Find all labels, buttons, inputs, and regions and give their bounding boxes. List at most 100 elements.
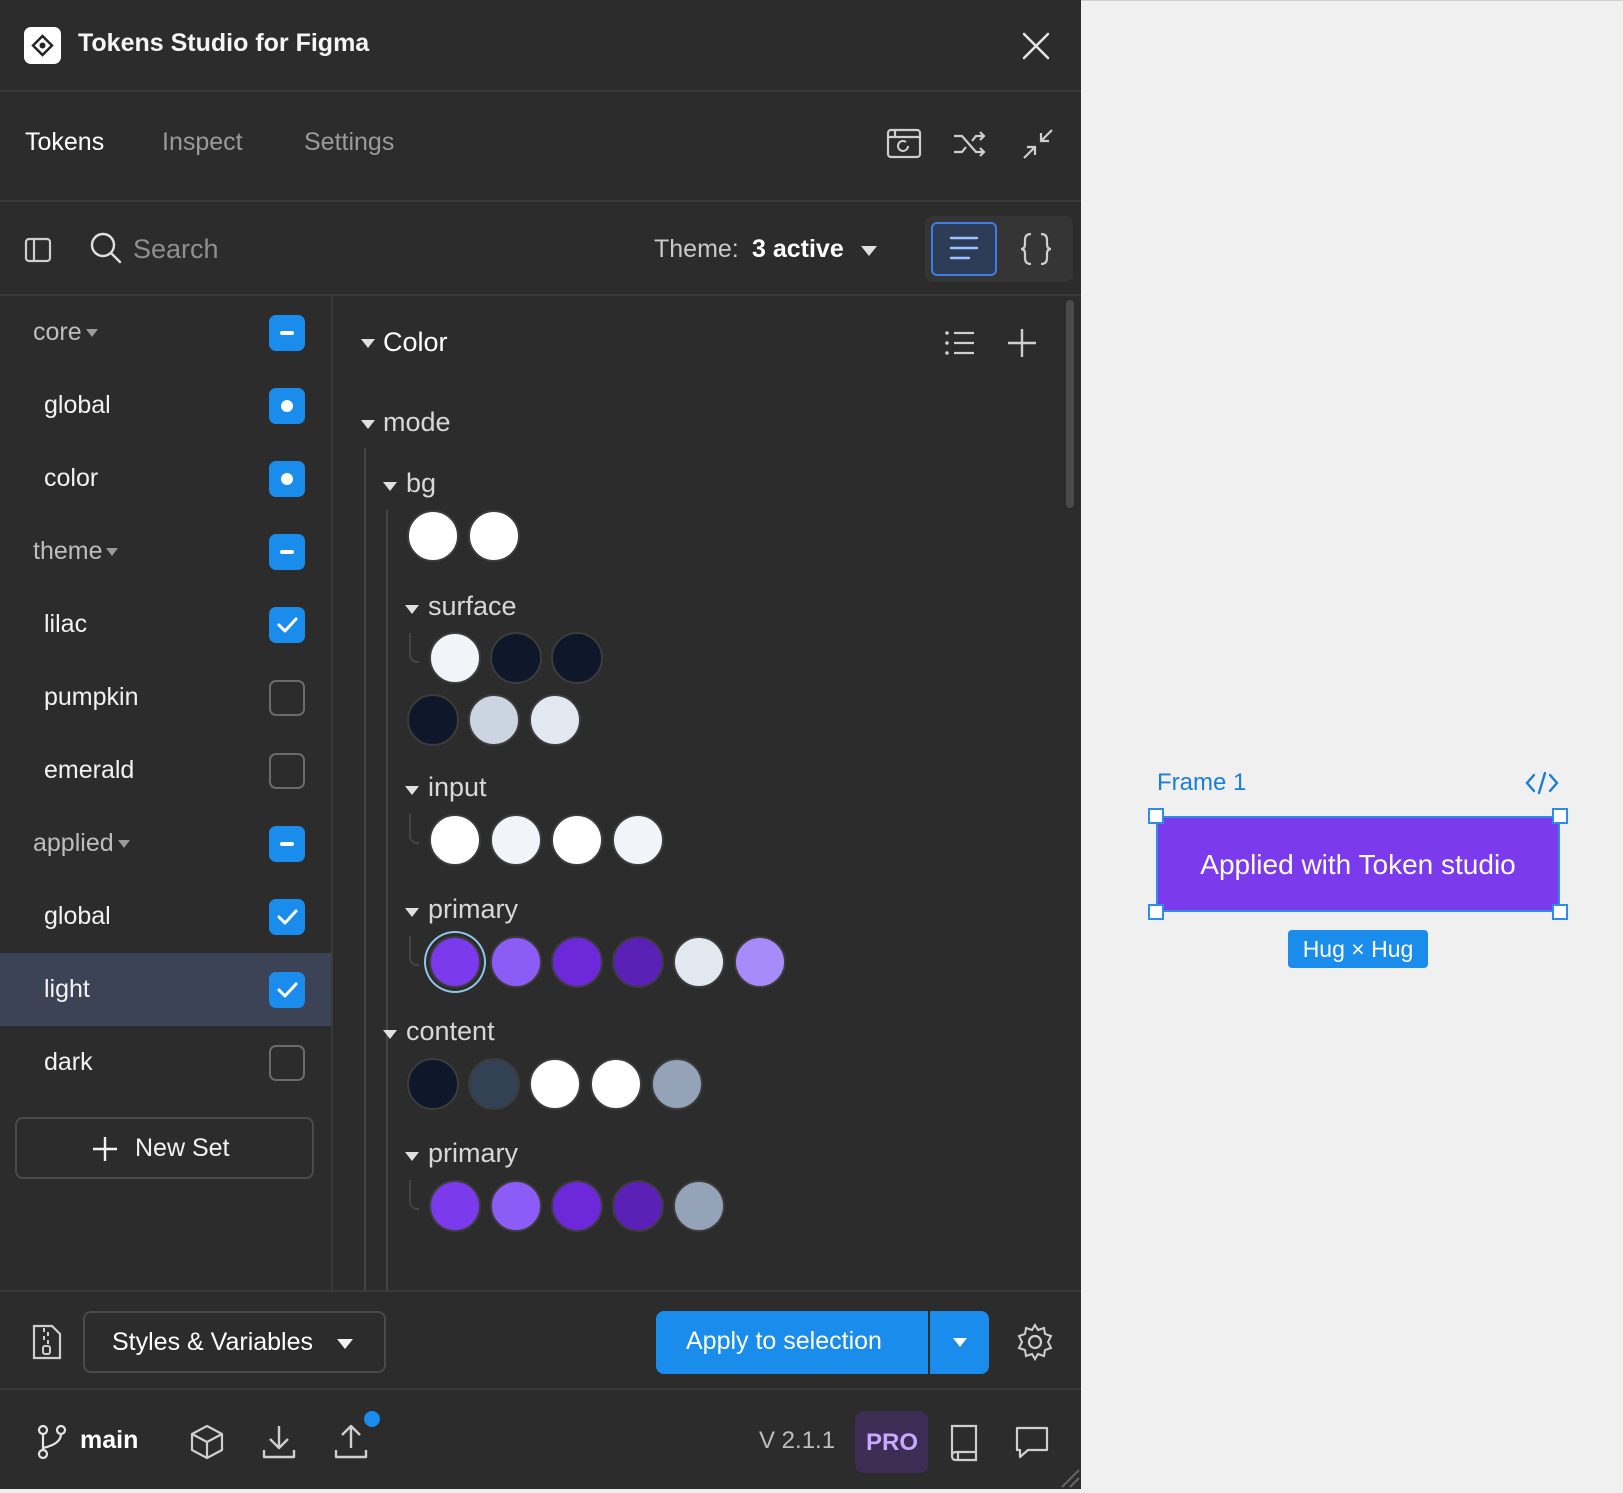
feedback-chat-icon[interactable] [1012, 1422, 1052, 1462]
set-item-color[interactable]: color [0, 442, 331, 515]
cube-icon[interactable] [187, 1422, 227, 1462]
group-primary[interactable]: primary [428, 894, 518, 925]
category-title[interactable]: Color [383, 327, 448, 358]
set-checkbox[interactable] [269, 461, 305, 497]
color-token-swatch[interactable] [673, 1180, 725, 1232]
collapse-caret-icon[interactable] [405, 1152, 419, 1161]
color-token-swatch[interactable] [429, 1180, 481, 1232]
color-token-swatch[interactable] [429, 632, 481, 684]
color-token-swatch[interactable] [407, 1058, 459, 1110]
color-token-swatch[interactable] [651, 1058, 703, 1110]
collapse-caret-icon[interactable] [383, 482, 397, 491]
set-checkbox[interactable] [269, 607, 305, 643]
set-item-global[interactable]: global [0, 369, 331, 442]
color-token-swatch[interactable] [551, 1180, 603, 1232]
set-item-lilac[interactable]: lilac [0, 588, 331, 661]
theme-manager-icon[interactable] [884, 124, 924, 164]
list-view-icon[interactable] [931, 222, 997, 276]
json-view-icon[interactable] [1005, 222, 1067, 276]
color-token-swatch[interactable] [490, 936, 542, 988]
set-checkbox[interactable] [269, 826, 305, 862]
color-token-swatch[interactable] [429, 936, 481, 988]
frame-label[interactable]: Frame 1 [1157, 769, 1246, 797]
set-checkbox[interactable] [269, 899, 305, 935]
group-content[interactable]: content [406, 1016, 495, 1047]
group-surface[interactable]: surface [428, 591, 517, 622]
set-checkbox[interactable] [269, 534, 305, 570]
download-icon[interactable] [259, 1422, 299, 1462]
color-token-swatch[interactable] [490, 632, 542, 684]
set-item-emerald[interactable]: emerald [0, 734, 331, 807]
resize-handle-top-right[interactable] [1552, 808, 1568, 824]
group-content-primary[interactable]: primary [428, 1138, 518, 1169]
resize-handle-top-left[interactable] [1148, 808, 1164, 824]
set-group-applied[interactable]: applied [0, 807, 331, 880]
color-token-swatch[interactable] [551, 814, 603, 866]
set-checkbox[interactable] [269, 680, 305, 716]
color-token-swatch[interactable] [529, 694, 581, 746]
set-checkbox[interactable] [269, 753, 305, 789]
color-token-swatch[interactable] [612, 936, 664, 988]
color-token-swatch[interactable] [734, 936, 786, 988]
group-mode[interactable]: mode [383, 407, 451, 438]
code-icon[interactable] [1525, 771, 1559, 800]
sidebar-toggle-icon[interactable] [24, 236, 52, 269]
set-checkbox[interactable] [269, 388, 305, 424]
color-token-swatch[interactable] [468, 510, 520, 562]
set-group-core[interactable]: core [0, 296, 331, 369]
group-input[interactable]: input [428, 772, 487, 803]
tab-settings[interactable]: Settings [304, 128, 394, 157]
color-token-swatch[interactable] [673, 936, 725, 988]
color-token-swatch[interactable] [590, 1058, 642, 1110]
list-icon[interactable] [943, 326, 977, 365]
search-input[interactable]: Search [133, 234, 219, 265]
git-branch-icon[interactable] [36, 1424, 68, 1465]
set-checkbox[interactable] [269, 1045, 305, 1081]
add-token-icon[interactable] [1005, 326, 1039, 365]
upload-icon[interactable] [331, 1422, 371, 1462]
selected-frame[interactable]: Applied with Token studio [1156, 816, 1560, 912]
minimize-icon[interactable] [1018, 124, 1058, 164]
resize-handle-bottom-left[interactable] [1148, 904, 1164, 920]
color-token-swatch[interactable] [407, 510, 459, 562]
collapse-caret-icon[interactable] [361, 339, 375, 348]
new-set-button[interactable]: New Set [15, 1117, 314, 1179]
scrollbar[interactable] [1066, 300, 1074, 508]
gear-icon[interactable] [1015, 1322, 1055, 1367]
tab-tokens[interactable]: Tokens [25, 128, 104, 157]
pro-badge[interactable]: PRO [855, 1411, 928, 1473]
color-token-swatch[interactable] [468, 694, 520, 746]
collapse-caret-icon[interactable] [405, 605, 419, 614]
collapse-caret-icon[interactable] [361, 420, 375, 429]
color-token-swatch[interactable] [612, 814, 664, 866]
color-token-swatch[interactable] [490, 1180, 542, 1232]
color-token-swatch[interactable] [612, 1180, 664, 1232]
chevron-down-icon[interactable] [861, 246, 877, 256]
set-item-light[interactable]: light [0, 953, 331, 1026]
apply-options-dropdown[interactable] [930, 1311, 989, 1374]
collapse-caret-icon[interactable] [405, 786, 419, 795]
docs-book-icon[interactable] [944, 1422, 984, 1462]
file-zip-icon[interactable] [30, 1322, 64, 1367]
apply-to-selection-button[interactable]: Apply to selection [656, 1311, 928, 1374]
set-item-pumpkin[interactable]: pumpkin [0, 661, 331, 734]
tab-inspect[interactable]: Inspect [162, 128, 243, 157]
resize-handle-bottom-right[interactable] [1552, 904, 1568, 920]
color-token-swatch[interactable] [529, 1058, 581, 1110]
collapse-caret-icon[interactable] [383, 1030, 397, 1039]
color-token-swatch[interactable] [429, 814, 481, 866]
styles-variables-select[interactable]: Styles & Variables [83, 1311, 386, 1373]
theme-selector[interactable]: 3 active [752, 235, 844, 264]
close-icon[interactable] [1018, 28, 1054, 64]
shuffle-icon[interactable] [950, 124, 990, 164]
set-item-dark[interactable]: dark [0, 1026, 331, 1099]
color-token-swatch[interactable] [407, 694, 459, 746]
color-token-swatch[interactable] [468, 1058, 520, 1110]
set-group-theme[interactable]: theme [0, 515, 331, 588]
set-item-applied-global[interactable]: global [0, 880, 331, 953]
figma-canvas[interactable]: Frame 1 Applied with Token studio Hug × … [1081, 0, 1623, 1489]
set-checkbox[interactable] [269, 972, 305, 1008]
color-token-swatch[interactable] [551, 936, 603, 988]
color-token-swatch[interactable] [490, 814, 542, 866]
set-checkbox[interactable] [269, 315, 305, 351]
